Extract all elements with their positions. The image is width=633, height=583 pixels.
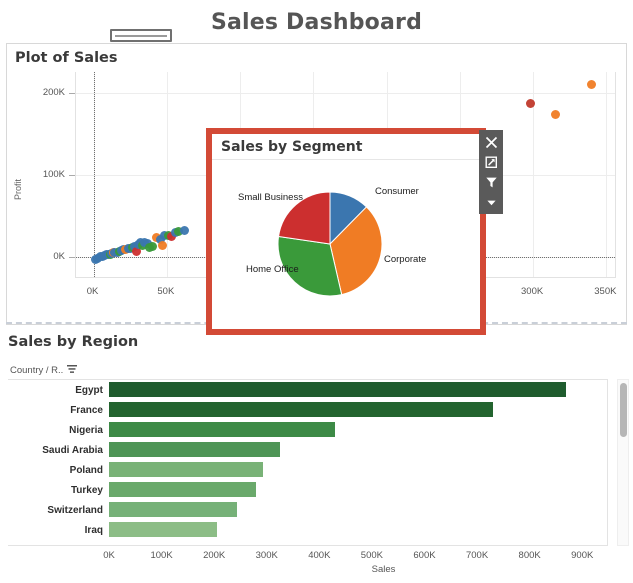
bar-category-label: Switzerland	[47, 504, 103, 516]
bar-x-tick-label: 800K	[518, 550, 541, 561]
scatter-x-tick-label: 350K	[594, 286, 617, 297]
popup-drag-handle[interactable]	[110, 29, 172, 42]
bar-fill[interactable]	[109, 522, 217, 537]
scatter-point[interactable]	[550, 110, 560, 120]
bar-track	[109, 420, 607, 440]
bar-fill[interactable]	[109, 402, 493, 417]
scatter-zero-line-vertical	[93, 72, 95, 277]
bar-category-label: Egypt	[75, 384, 103, 396]
sales-by-segment-title: Sales by Segment	[212, 134, 480, 160]
bar-fill[interactable]	[109, 442, 280, 457]
bar-row[interactable]: Nigeria	[8, 420, 607, 440]
bar-row[interactable]	[8, 540, 607, 546]
pie-label-consumer: Consumer	[375, 186, 419, 197]
scatter-y-tick-label: 0K	[53, 251, 65, 263]
bar-x-tick-label: 100K	[150, 550, 173, 561]
caret-down-icon[interactable]	[480, 192, 502, 212]
bar-track	[109, 540, 607, 546]
bar-row[interactable]: Poland	[8, 460, 607, 480]
bar-x-tick-label: 600K	[413, 550, 436, 561]
plot-of-sales-panel: Plot of Sales Profit 200K100K0K 0K50K100…	[6, 29, 627, 335]
sort-descending-icon[interactable]	[67, 364, 78, 377]
close-icon[interactable]	[480, 132, 502, 152]
bar-fill[interactable]	[109, 462, 264, 477]
bar-fill[interactable]	[109, 422, 336, 437]
scatter-x-tick-label: 0K	[86, 286, 99, 297]
page-title: Sales Dashboard	[210, 10, 423, 35]
scatter-point[interactable]	[147, 242, 157, 252]
bar-row[interactable]: France	[8, 400, 607, 420]
pie-chart-svg	[212, 160, 480, 328]
bar-category-label: France	[70, 404, 103, 416]
bar-row[interactable]: Iraq	[8, 520, 607, 540]
scatter-x-tick-label: 300K	[521, 286, 544, 297]
pie-chart-body: Consumer Corporate Home Office Small Bus…	[212, 160, 480, 328]
bar-x-tick-label: 900K	[571, 550, 594, 561]
bar-category-label: Nigeria	[69, 424, 103, 436]
bar-x-tick-label: 300K	[255, 550, 278, 561]
bar-row[interactable]: Turkey	[8, 480, 607, 500]
pie-label-small-business: Small Business	[238, 192, 303, 203]
bar-x-tick-label: 400K	[308, 550, 331, 561]
scatter-y-axis-title: Profit	[13, 178, 23, 200]
scatter-point[interactable]	[587, 79, 597, 89]
bar-track	[109, 440, 607, 460]
bar-fill[interactable]	[109, 382, 567, 397]
bar-track	[109, 500, 607, 520]
scatter-x-tick-label: 50K	[157, 286, 175, 297]
filter-icon[interactable]	[480, 172, 502, 192]
scatter-point[interactable]	[157, 241, 167, 251]
bar-x-axis: 0K 100K 200K 300K 400K 500K 600K 700K 800K 900K S…	[103, 548, 633, 578]
bar-row[interactable]: Switzerland	[8, 500, 607, 520]
bar-category-label: Iraq	[84, 524, 103, 536]
scatter-point[interactable]	[179, 225, 189, 235]
plot-of-sales-title: Plot of Sales	[15, 50, 118, 66]
scatter-y-tick-label: 100K	[42, 169, 65, 180]
bar-fill[interactable]	[109, 482, 257, 497]
pie-label-home-office: Home Office	[246, 264, 299, 275]
bar-category-label: Poland	[69, 464, 103, 476]
bar-rows: Egypt France Nigeria Saudi Arabia Poland Turk…	[8, 380, 607, 546]
bar-track	[109, 480, 607, 500]
pie-label-corporate: Corporate	[384, 254, 427, 265]
bar-track	[109, 460, 607, 480]
bar-track	[109, 520, 607, 540]
bar-x-tick-label: 700K	[465, 550, 489, 561]
bar-dimension-header[interactable]: Country / R..	[10, 364, 78, 377]
sales-by-region-panel: Sales by Region Country / R.. Egypt Franc…	[0, 330, 633, 583]
bar-x-tick-label: 500K	[360, 550, 383, 561]
bar-chart-scrollbar[interactable]	[617, 379, 629, 546]
bar-dimension-label: Country / R..	[10, 365, 64, 376]
external-link-icon[interactable]	[480, 152, 502, 172]
bar-category-label: Turkey	[70, 484, 103, 496]
bar-row[interactable]: Egypt	[8, 380, 607, 400]
bar-x-tick-label: 0K	[103, 550, 115, 561]
bar-category-label: Saudi Arabia	[42, 444, 103, 456]
sales-by-segment-popup[interactable]: Sales by Segment Consumer Corporate Home…	[206, 128, 486, 335]
bar-chart-area: Egypt France Nigeria Saudi Arabia Poland Turk…	[8, 379, 608, 546]
bar-track	[109, 400, 607, 420]
bar-row[interactable]: Saudi Arabia	[8, 440, 607, 460]
bar-fill[interactable]	[109, 502, 237, 517]
bar-track	[109, 380, 607, 400]
bar-x-tick-label: 200K	[203, 550, 226, 561]
scatter-y-tick-label: 200K	[42, 86, 65, 98]
bar-x-axis-title: Sales	[371, 564, 396, 575]
scatter-gridline	[76, 92, 615, 94]
scatter-point[interactable]	[525, 98, 535, 108]
bar-chart-scroll-thumb[interactable]	[620, 383, 627, 437]
popup-toolbar	[479, 130, 503, 214]
